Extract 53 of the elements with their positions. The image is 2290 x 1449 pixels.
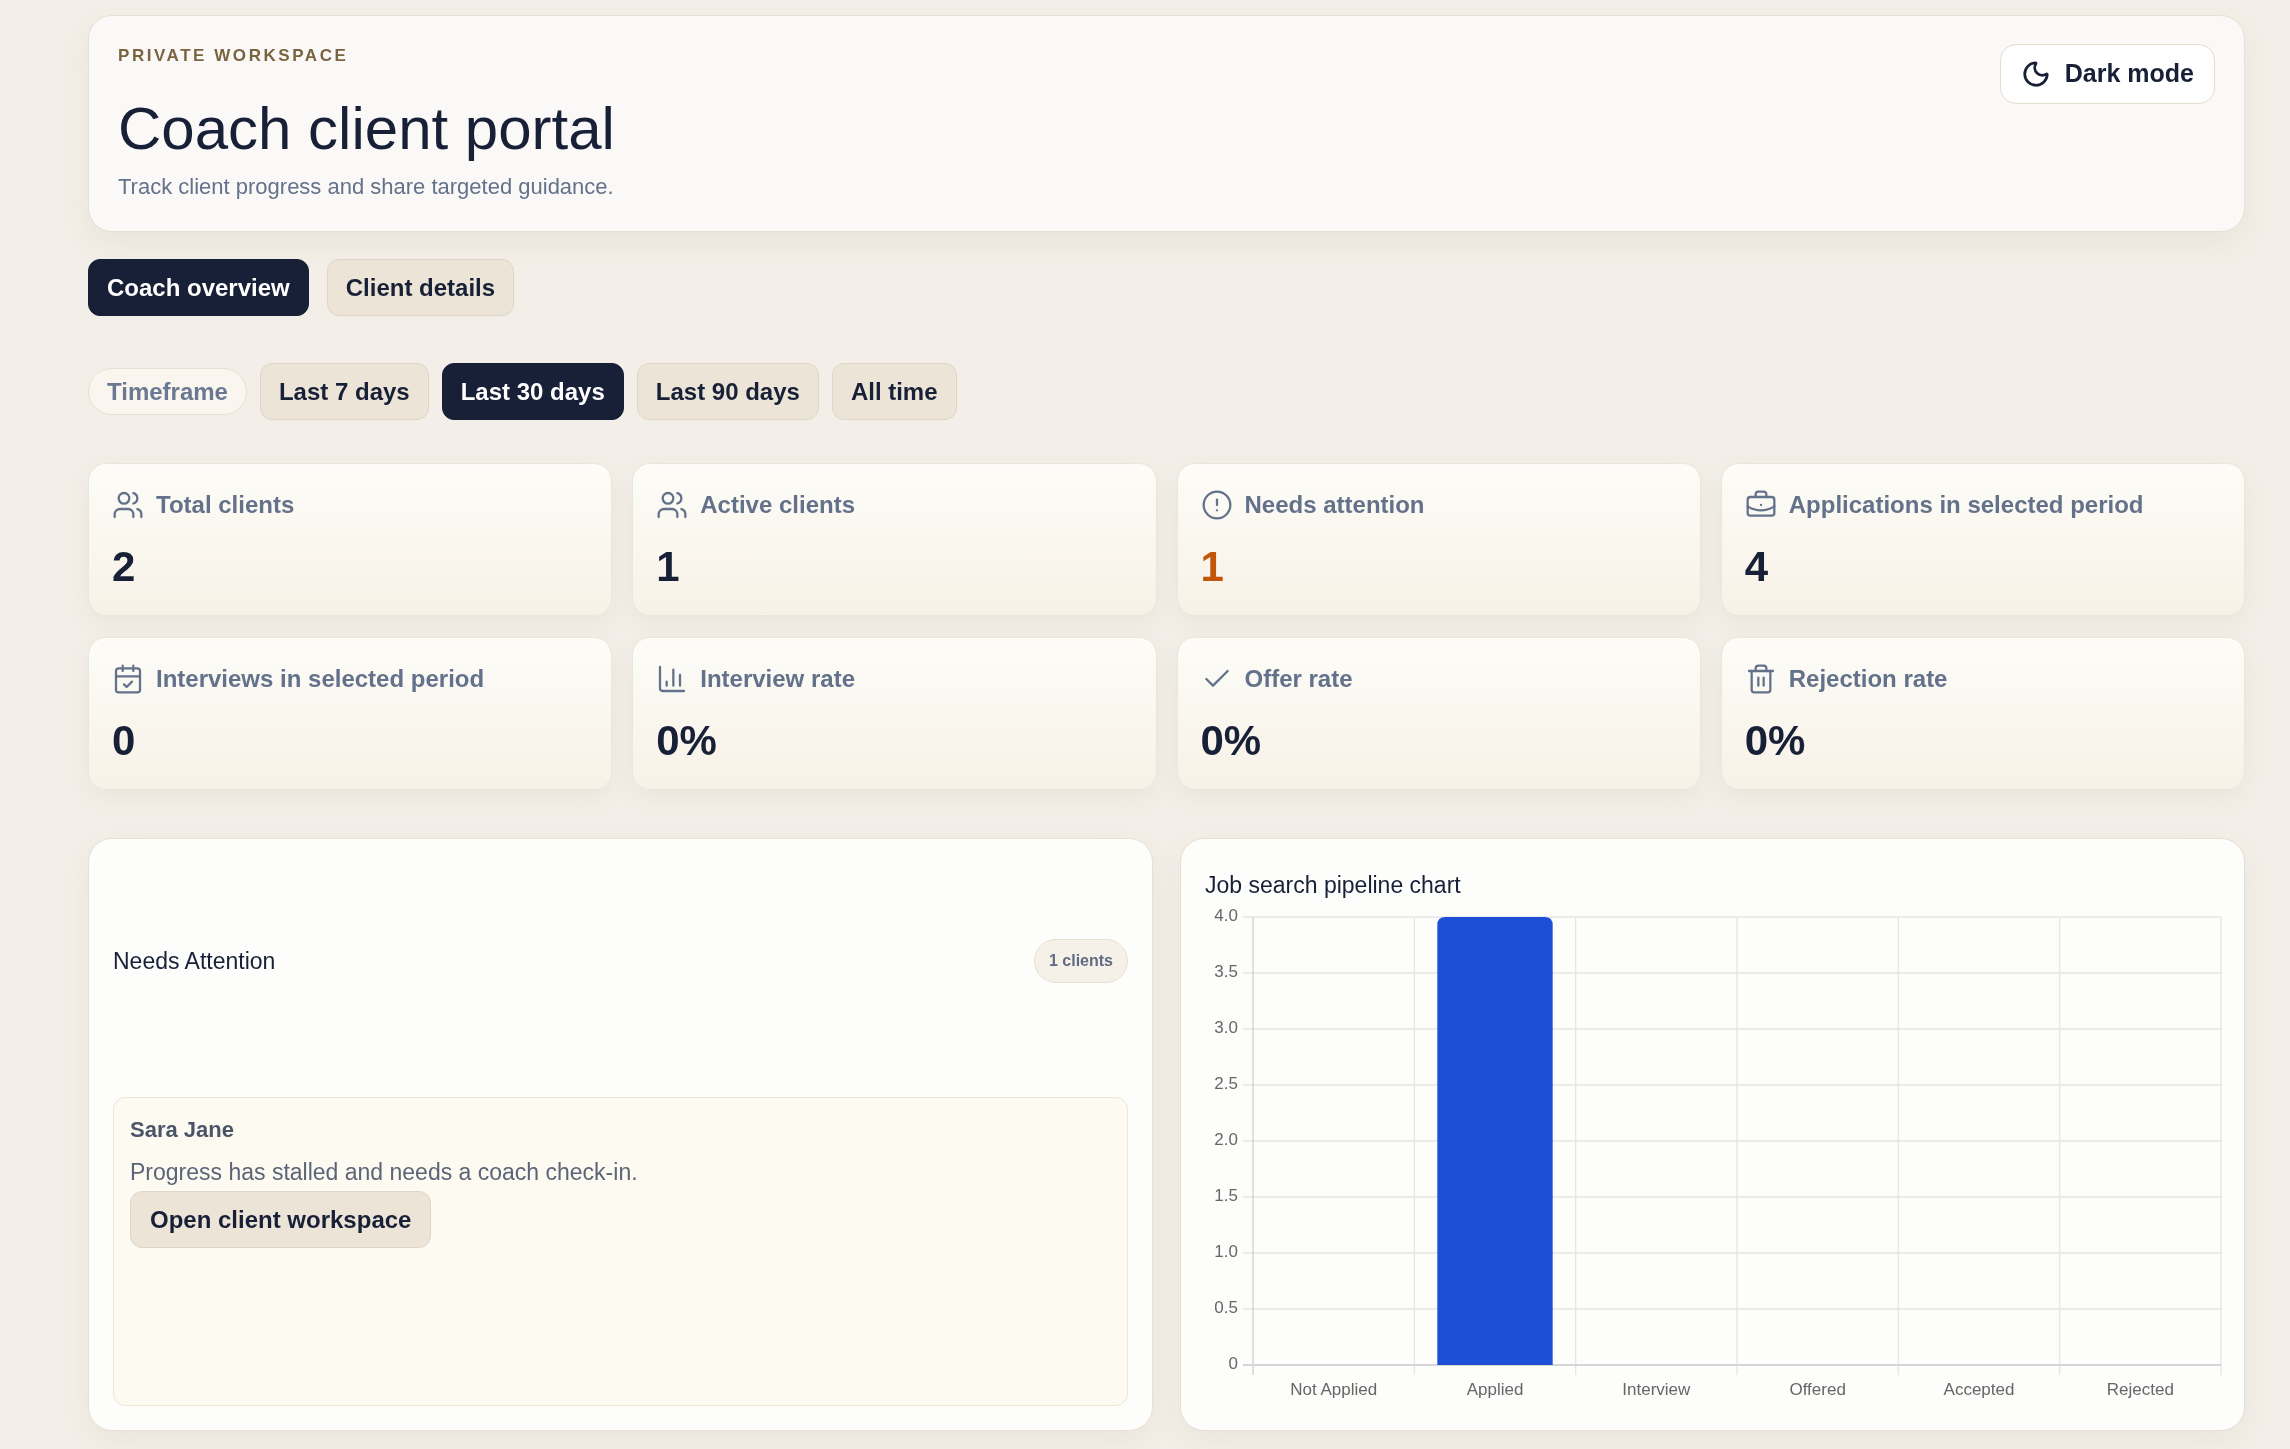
stat-value: 0%: [1200, 720, 1263, 762]
workspace-eyebrow: PRIVATE WORKSPACE: [118, 45, 350, 67]
timeframe-option[interactable]: Last 7 days: [259, 363, 429, 420]
stat-value: 0%: [1744, 720, 1807, 762]
panel-title: Needs Attention: [113, 946, 276, 976]
x-axis-category-label: Accepted: [1943, 1380, 2015, 1400]
x-axis-category-label: Offered: [1789, 1380, 1846, 1400]
stat-value: 0: [112, 720, 137, 762]
stat-value: 2: [112, 546, 137, 588]
page-title: Coach client portal: [118, 96, 615, 162]
stat-label: Active clients: [700, 490, 855, 520]
stat-label: Needs attention: [1244, 490, 1425, 520]
dark-mode-button[interactable]: Dark mode: [1999, 44, 2215, 104]
x-axis-category-label: Rejected: [2106, 1380, 2174, 1400]
page-subtitle: Track client progress and share targeted guidance.: [118, 173, 615, 201]
y-axis-tick-label: 3.5: [1214, 962, 1238, 982]
stat-value: 1: [656, 546, 681, 588]
client-name: Sara Jane: [130, 1116, 234, 1144]
stat-label: Offer rate: [1244, 664, 1353, 694]
moon-icon: [2020, 59, 2051, 89]
y-axis-tick-label: 0.5: [1214, 1298, 1238, 1318]
stat-value: 0%: [656, 720, 718, 762]
y-axis-tick-label: 1.5: [1214, 1186, 1238, 1206]
stat-label: Total clients: [156, 490, 295, 520]
timeframe-option[interactable]: All time: [831, 363, 957, 420]
client-count-badge: 1 clients: [1033, 939, 1128, 983]
timeframe-label: Timeframe: [88, 368, 247, 415]
y-axis-tick-label: 3.0: [1214, 1018, 1238, 1038]
stat-label: Interviews in selected period: [156, 664, 485, 694]
view-tab[interactable]: Coach overview: [88, 259, 309, 316]
stat-value: 1: [1200, 546, 1225, 588]
x-axis-category-label: Not Applied: [1290, 1380, 1378, 1400]
stat-value: 4: [1744, 546, 1770, 588]
open-workspace-button[interactable]: Open client workspace: [130, 1191, 432, 1248]
chart-title: Job search pipeline chart: [1205, 871, 1462, 899]
calendar-check-icon: [112, 663, 144, 695]
stat-label: Applications in selected period: [1788, 490, 2144, 520]
y-axis-tick-label: 2.5: [1214, 1074, 1238, 1094]
client-note: Progress has stalled and needs a coach check-in.: [130, 1158, 638, 1186]
y-axis-tick-label: 2.0: [1214, 1130, 1238, 1150]
x-axis-category-label: Applied: [1466, 1380, 1524, 1400]
exclamation-circle-icon: [1200, 489, 1233, 521]
y-axis-tick-label: 4.0: [1214, 906, 1238, 926]
stat-label: Rejection rate: [1788, 664, 1948, 694]
timeframe-option[interactable]: Last 90 days: [636, 363, 819, 420]
view-tab[interactable]: Client details: [326, 259, 515, 316]
people-icon: [112, 489, 144, 521]
x-axis-category-label: Interview: [1622, 1380, 1691, 1400]
timeframe-option[interactable]: Last 30 days: [441, 363, 624, 420]
y-axis-tick-label: 0: [1228, 1354, 1238, 1374]
people-icon: [656, 489, 689, 521]
y-axis-tick-label: 1.0: [1214, 1242, 1238, 1262]
stat-label: Interview rate: [700, 664, 855, 694]
